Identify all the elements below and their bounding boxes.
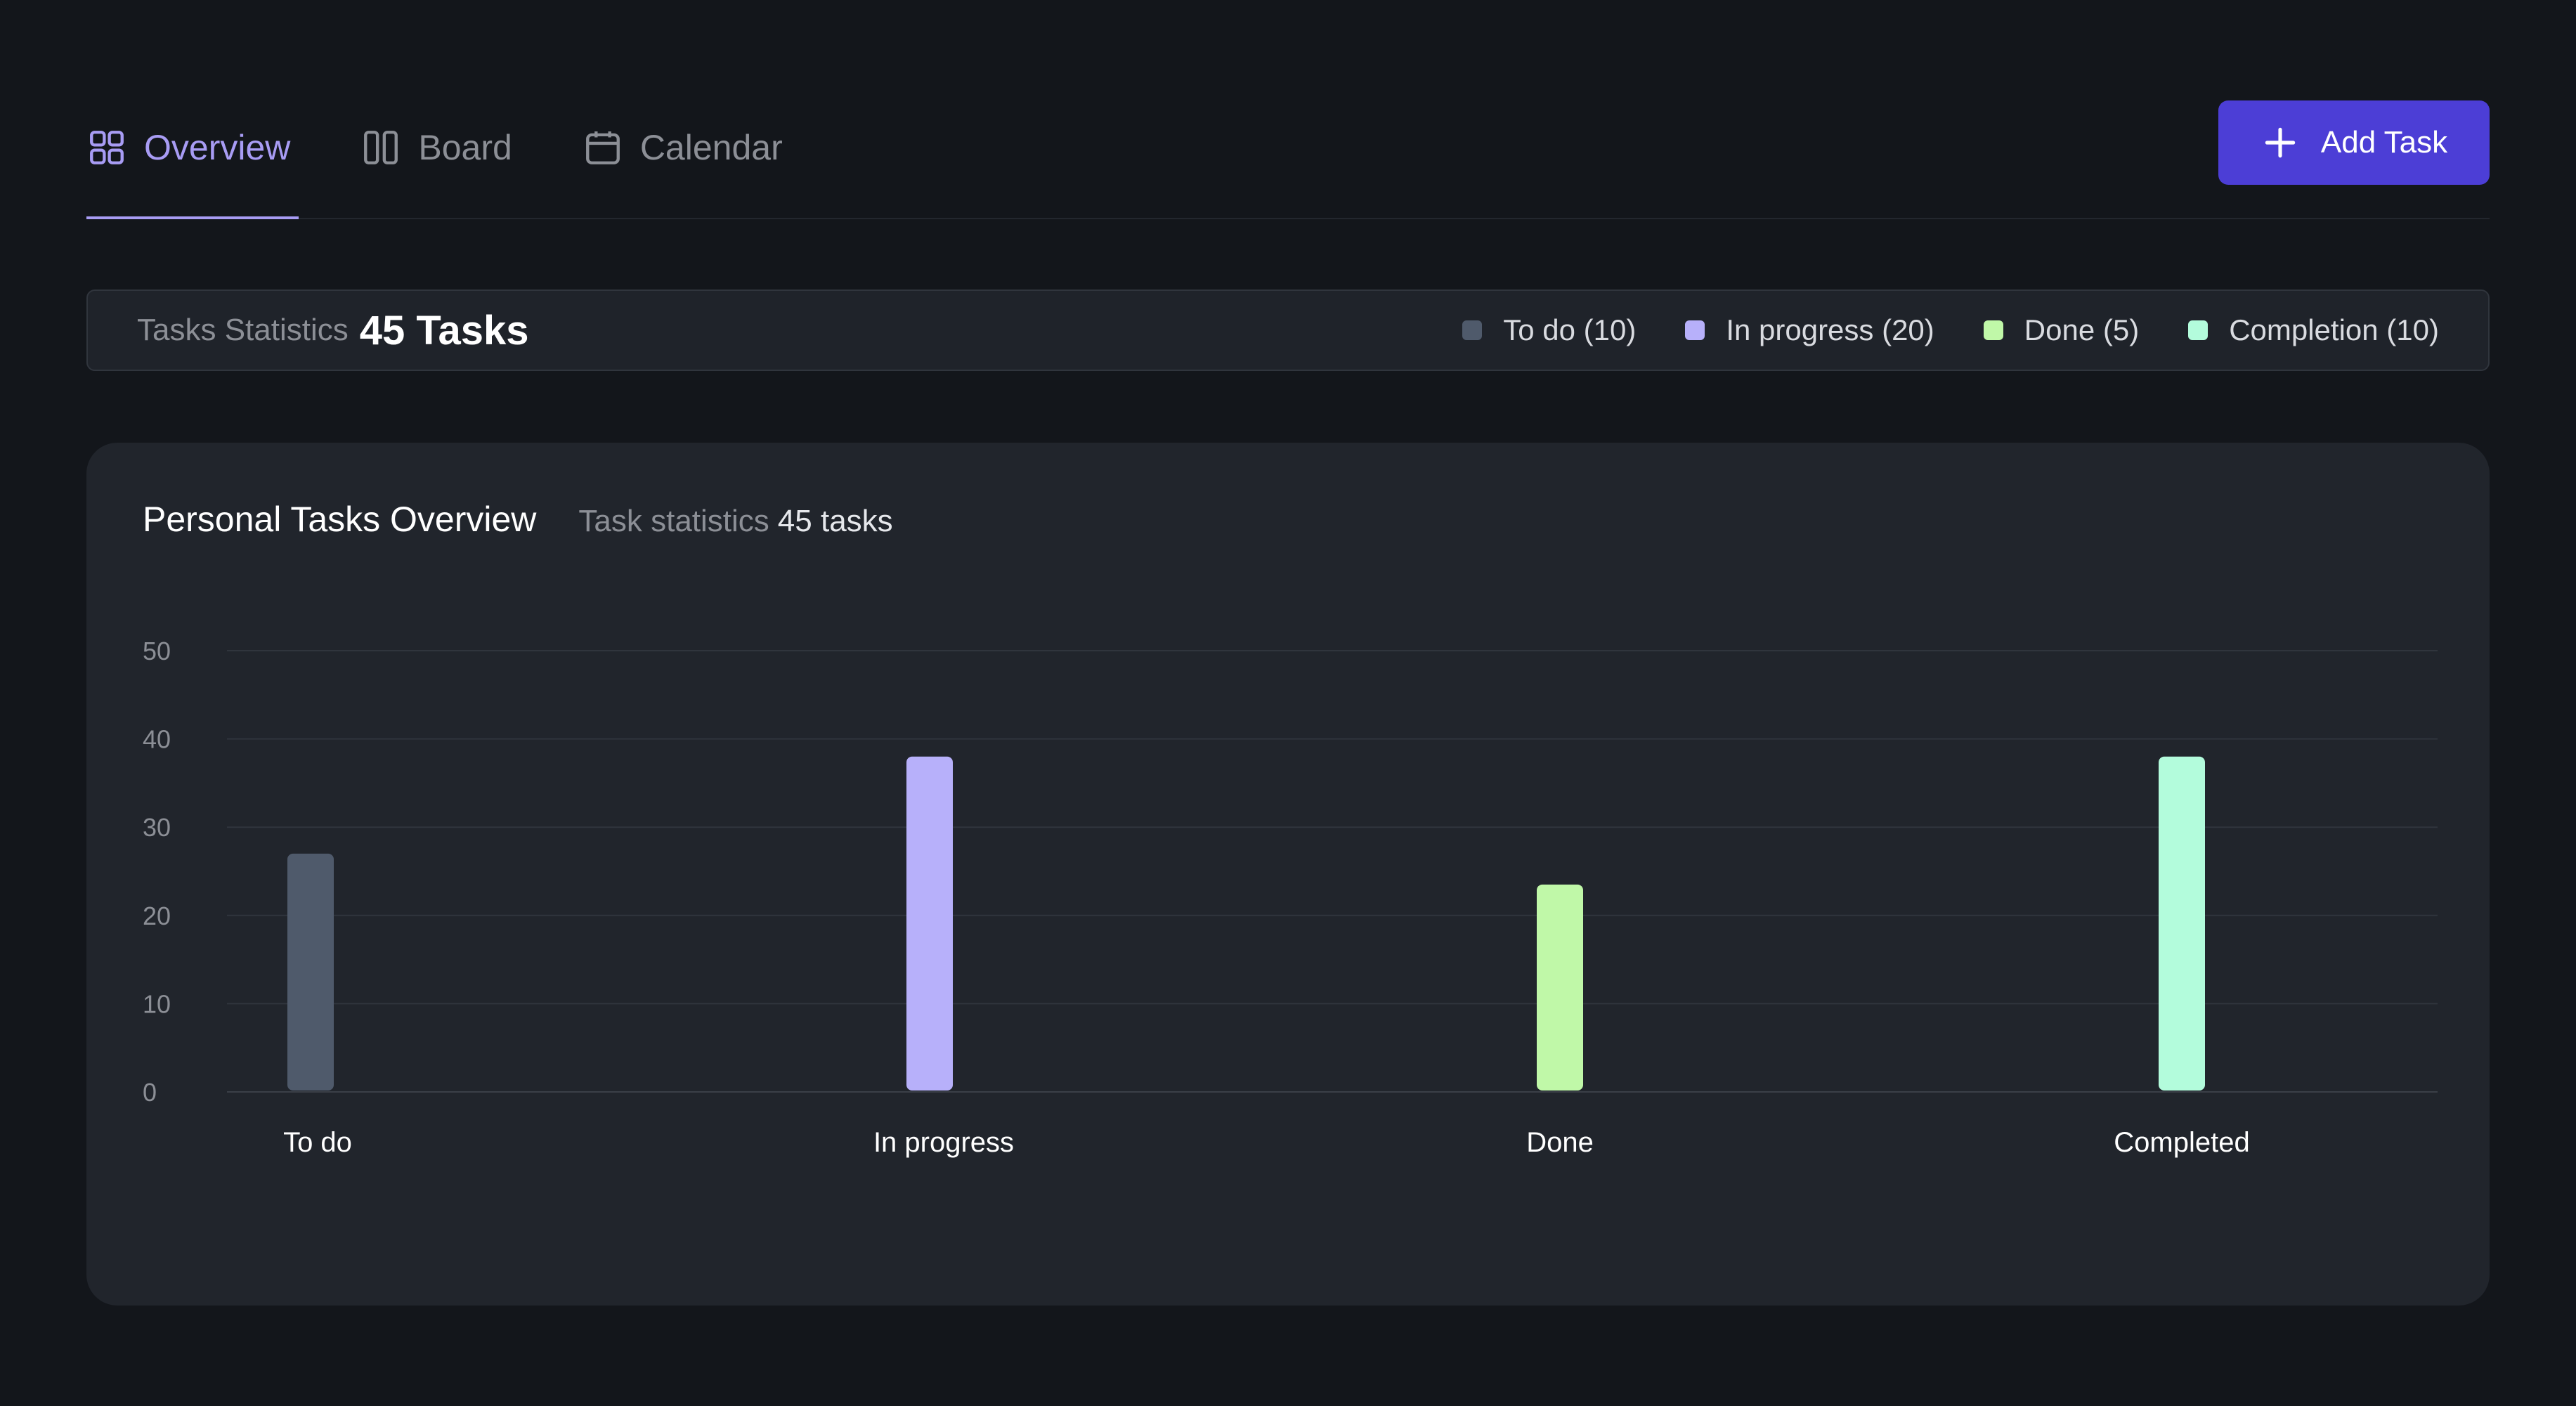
- legend-item-in-progress: In progress (20): [1685, 313, 1934, 347]
- add-task-label: Add Task: [2320, 125, 2448, 160]
- bar-chart: 0 10 20 30 40 50 To do In progress Done Completed: [143, 637, 2438, 1158]
- category-label: Done: [1526, 1127, 1594, 1158]
- category-label: To do: [283, 1127, 352, 1158]
- stats-count: 45 Tasks: [359, 307, 529, 353]
- category-label: In progress: [873, 1127, 1014, 1158]
- plus-icon: [2265, 127, 2296, 158]
- columns-icon: [364, 131, 398, 164]
- bar-done[interactable]: [1537, 884, 1583, 1091]
- tab-calendar[interactable]: Calendar: [583, 119, 783, 176]
- legend-label: In progress (20): [1726, 313, 1934, 346]
- legend-swatch: [1983, 320, 2003, 340]
- tab-label: Board: [418, 128, 512, 167]
- tasks-statistics-bar: Tasks Statistics 45 Tasks To do (10) In …: [86, 289, 2490, 371]
- tab-bar: Overview Board Calendar Add Task: [86, 98, 2490, 219]
- legend-swatch: [2188, 320, 2209, 340]
- stats-label: Tasks Statistics: [137, 313, 349, 347]
- legend-item-completion: Completion (10): [2188, 313, 2439, 347]
- calendar-icon: [585, 131, 620, 164]
- legend: To do (10) In progress (20) Done (5) Com…: [1413, 291, 2439, 370]
- tabs: Overview Board Calendar: [86, 119, 853, 176]
- tab-label: Calendar: [639, 128, 783, 167]
- grid-icon: [90, 131, 124, 164]
- y-tick-label: 20: [143, 901, 171, 930]
- active-tab-indicator: [86, 216, 299, 219]
- y-tick-label: 50: [143, 637, 171, 665]
- legend-label: Completion (10): [2229, 313, 2439, 346]
- tab-overview[interactable]: Overview: [86, 119, 290, 176]
- bar-completed[interactable]: [2159, 756, 2205, 1091]
- y-tick-label: 40: [143, 725, 171, 754]
- add-task-button[interactable]: Add Task: [2218, 100, 2490, 185]
- legend-item-done: Done (5): [1983, 313, 2140, 347]
- bar-to-do[interactable]: [287, 853, 334, 1091]
- bar-in-progress[interactable]: [906, 756, 953, 1091]
- y-tick-label: 30: [143, 813, 171, 842]
- tab-board[interactable]: Board: [360, 119, 512, 176]
- personal-tasks-overview-card: Personal Tasks Overview Task statistics …: [86, 443, 2490, 1306]
- legend-label: To do (10): [1503, 313, 1637, 346]
- stats-summary: Tasks Statistics 45 Tasks: [137, 291, 529, 370]
- legend-label: Done (5): [2024, 313, 2140, 346]
- legend-swatch: [1685, 320, 1705, 340]
- legend-item-todo: To do (10): [1462, 313, 1636, 347]
- y-tick-label: 10: [143, 989, 171, 1018]
- y-tick-label: 0: [143, 1078, 157, 1107]
- legend-swatch: [1462, 320, 1483, 340]
- category-label: Completed: [2114, 1127, 2249, 1158]
- tab-label: Overview: [144, 128, 291, 167]
